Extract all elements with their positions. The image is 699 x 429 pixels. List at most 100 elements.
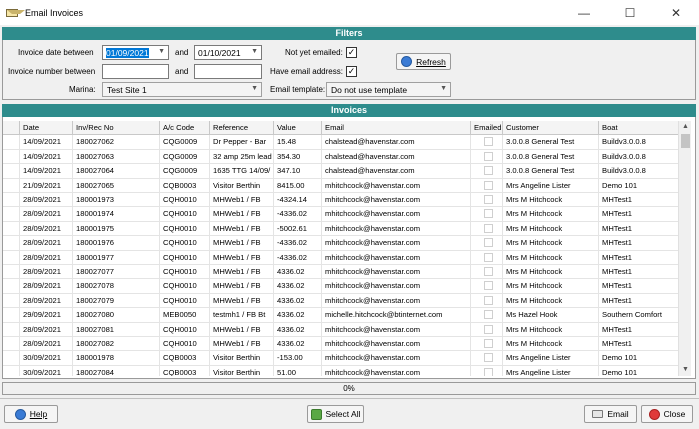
calendar-dropdown-icon[interactable]: ▼: [251, 48, 258, 55]
row-selector[interactable]: [3, 221, 20, 236]
row-selector[interactable]: [3, 293, 20, 308]
column-header-reference[interactable]: Reference: [210, 121, 274, 135]
row-selector[interactable]: [3, 351, 20, 366]
row-selector[interactable]: [3, 178, 20, 193]
help-button[interactable]: Help: [4, 405, 58, 423]
row-selector[interactable]: [3, 250, 20, 265]
date-from-input[interactable]: 01/09/2021 ▼: [102, 45, 169, 60]
cell-emailed: [471, 250, 503, 265]
emailed-checkbox[interactable]: [483, 195, 493, 204]
grid-vertical-scrollbar[interactable]: ▲ ▼: [678, 121, 691, 376]
cell-emailed: [471, 265, 503, 279]
emailed-checkbox[interactable]: [483, 180, 493, 190]
table-row[interactable]: 28/09/2021 180027081 CQH0010 MHWeb1 / FB 433…: [3, 322, 680, 337]
table-row[interactable]: 28/09/2021 180027077 CQH0010 MHWeb1 / FB 433…: [3, 265, 680, 280]
row-selector[interactable]: [3, 265, 20, 279]
emailed-checkbox[interactable]: [483, 223, 493, 233]
emailed-checkbox[interactable]: [483, 339, 493, 348]
cell-emailed: [471, 293, 503, 308]
table-row[interactable]: 28/09/2021 180001975 CQH0010 MHWeb1 / FB -50…: [3, 221, 680, 237]
table-row[interactable]: 28/09/2021 180027079 CQH0010 MHWeb1 / FB 433…: [3, 293, 680, 309]
email-template-select[interactable]: Do not use template ▼: [326, 82, 451, 97]
maximize-button[interactable]: ☐: [607, 0, 653, 25]
emailed-checkbox[interactable]: [483, 281, 493, 291]
row-selector[interactable]: [3, 149, 20, 164]
column-header-date[interactable]: Date: [20, 121, 73, 135]
emailed-checkbox[interactable]: [483, 353, 493, 363]
table-row[interactable]: 28/09/2021 180001973 CQH0010 MHWeb1 / FB -43…: [3, 193, 680, 208]
close-window-button[interactable]: ✕: [653, 0, 699, 25]
row-selector[interactable]: [3, 279, 20, 294]
invoices-grid[interactable]: Date Inv/Rec No A/c Code Reference Value…: [3, 121, 692, 376]
row-selector[interactable]: [3, 135, 20, 150]
marina-select[interactable]: Test Site 1 ▼: [102, 82, 262, 97]
table-row[interactable]: 29/09/2021 180027080 MEB0050 testmh1 / FB B…: [3, 308, 680, 323]
row-selector[interactable]: [3, 164, 20, 179]
cell-date: 28/09/2021: [20, 236, 73, 251]
column-header-inv-rec-no[interactable]: Inv/Rec No: [73, 121, 160, 135]
emailed-checkbox[interactable]: [483, 252, 493, 262]
table-row[interactable]: 21/09/2021 180027065 CQB0003 Visitor Berthi…: [3, 178, 680, 193]
column-header-select[interactable]: [3, 121, 20, 135]
column-header-boat[interactable]: Boat: [599, 121, 680, 135]
cell-customer: Mrs M Hitchcock: [503, 207, 599, 222]
table-row[interactable]: 28/09/2021 180027078 CQH0010 MHWeb1 / FB 433…: [3, 279, 680, 294]
invoice-number-from-input[interactable]: [102, 64, 169, 79]
row-selector[interactable]: [3, 236, 20, 251]
not-yet-emailed-checkbox[interactable]: ✓: [346, 47, 357, 58]
cell-inv-rec-no: 180027082: [73, 337, 160, 351]
email-button[interactable]: Email: [584, 405, 637, 423]
row-selector[interactable]: [3, 322, 20, 337]
select-all-button[interactable]: Select All: [307, 405, 364, 423]
emailed-checkbox[interactable]: [483, 310, 493, 320]
table-row[interactable]: 30/09/2021 180001978 CQB0003 Visitor Berthi…: [3, 351, 680, 366]
emailed-checkbox[interactable]: [483, 209, 493, 219]
invoice-number-to-input[interactable]: [194, 64, 262, 79]
column-header-customer[interactable]: Customer: [503, 121, 599, 135]
emailed-checkbox[interactable]: [483, 137, 493, 147]
refresh-button[interactable]: Refresh: [396, 53, 451, 70]
table-row[interactable]: 14/09/2021 180027062 CQG0009 Dr Pepper - Ba…: [3, 135, 680, 150]
table-row[interactable]: 14/09/2021 180027063 CQG0009 32 amp 25m lea…: [3, 149, 680, 165]
scroll-up-arrow-icon[interactable]: ▲: [679, 121, 692, 133]
cell-date: 28/09/2021: [20, 293, 73, 308]
row-selector[interactable]: [3, 207, 20, 222]
table-row[interactable]: 28/09/2021 180001974 CQH0010 MHWeb1 / FB -43…: [3, 207, 680, 222]
cell-value: -4336.02: [274, 207, 322, 222]
scroll-down-arrow-icon[interactable]: ▼: [679, 364, 692, 376]
emailed-checkbox[interactable]: [483, 267, 493, 276]
close-button[interactable]: Close: [641, 405, 693, 423]
cell-ac-code: CQG0009: [160, 164, 210, 179]
emailed-checkbox[interactable]: [483, 238, 493, 248]
cell-boat: MHTest1: [599, 207, 680, 222]
emailed-checkbox[interactable]: [483, 295, 493, 305]
cell-value: 8415.00: [274, 178, 322, 193]
minimize-button[interactable]: —: [561, 0, 607, 25]
emailed-checkbox[interactable]: [483, 324, 493, 334]
row-selector[interactable]: [3, 308, 20, 323]
column-header-email[interactable]: Email: [322, 121, 471, 135]
column-header-ac-code[interactable]: A/c Code: [160, 121, 210, 135]
table-row[interactable]: 28/09/2021 180001976 CQH0010 MHWeb1 / FB -43…: [3, 236, 680, 251]
date-to-input[interactable]: 01/10/2021 ▼: [194, 45, 262, 60]
table-row[interactable]: 28/09/2021 180027082 CQH0010 MHWeb1 / FB 433…: [3, 337, 680, 352]
have-email-address-checkbox[interactable]: ✓: [346, 66, 357, 77]
cell-emailed: [471, 351, 503, 366]
cell-email: mhitchcock@havenstar.com: [322, 221, 471, 236]
row-selector[interactable]: [3, 365, 20, 376]
table-row[interactable]: 28/09/2021 180001977 CQH0010 MHWeb1 / FB -43…: [3, 250, 680, 265]
emailed-checkbox[interactable]: [483, 166, 493, 176]
table-row[interactable]: 30/09/2021 180027084 CQB0003 Visitor Berthi…: [3, 365, 680, 376]
cell-email: chalstead@havenstar.com: [322, 135, 471, 150]
emailed-checkbox[interactable]: [483, 367, 493, 376]
calendar-dropdown-icon[interactable]: ▼: [158, 48, 165, 55]
row-selector[interactable]: [3, 337, 20, 351]
scrollbar-thumb[interactable]: [681, 134, 690, 148]
table-row[interactable]: 14/09/2021 180027064 CQG0009 1635 TTG 14/09…: [3, 164, 680, 179]
cell-email: mhitchcock@havenstar.com: [322, 236, 471, 251]
cell-reference: Visitor Berthin: [210, 351, 274, 366]
column-header-emailed[interactable]: Emailed: [471, 121, 503, 135]
column-header-value[interactable]: Value: [274, 121, 322, 135]
emailed-checkbox[interactable]: [483, 151, 493, 161]
row-selector[interactable]: [3, 193, 20, 207]
